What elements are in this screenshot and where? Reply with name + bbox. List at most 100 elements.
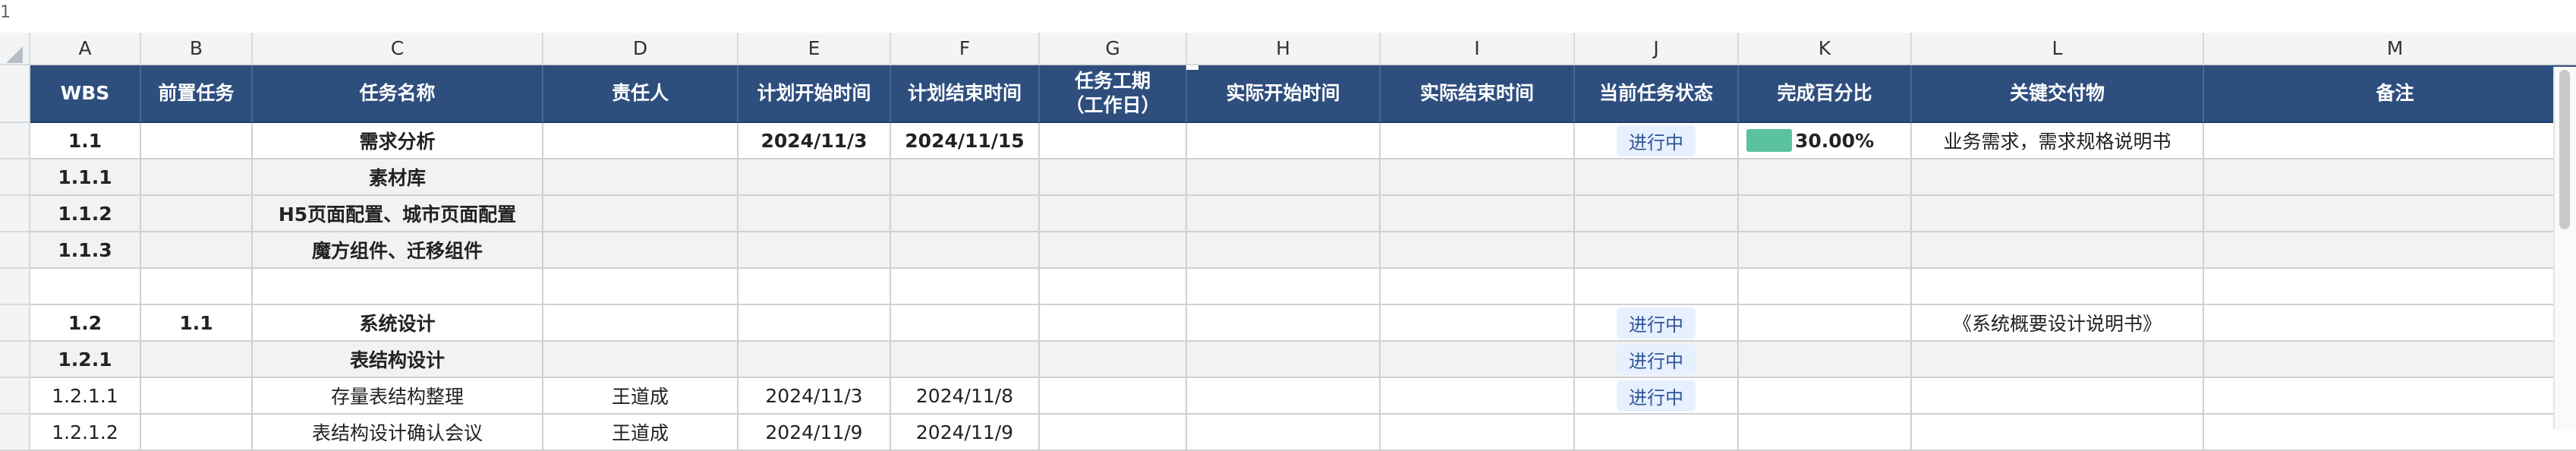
cell-k-4[interactable] [1739, 232, 1912, 269]
cell-m-7[interactable] [2204, 342, 2576, 378]
cell-i-3[interactable] [1381, 196, 1575, 232]
select-all-corner[interactable] [0, 33, 30, 65]
row-header[interactable] [0, 378, 30, 415]
column-header-f[interactable]: F [891, 33, 1040, 65]
cell-m-3[interactable] [2204, 196, 2576, 232]
column-header-i[interactable]: I [1381, 33, 1575, 65]
cell-e-9[interactable]: 2024/11/9 [738, 415, 891, 451]
header-cell-j[interactable]: 当前任务状态 [1575, 65, 1739, 123]
spreadsheet[interactable]: 1 ABCDEFGHIJKLM WBS 前置任务 任务名称 责任人 计划开始时间 计划结束… [0, 0, 2576, 451]
header-cell-k[interactable]: 完成百分比 [1739, 65, 1912, 123]
cell-l-9[interactable] [1912, 415, 2204, 451]
cell-k-5[interactable] [1739, 269, 1912, 305]
cell-d-1[interactable] [543, 123, 738, 159]
cell-m-1[interactable] [2204, 123, 2576, 159]
cell-d-2[interactable] [543, 159, 738, 196]
cell-h-7[interactable] [1187, 342, 1381, 378]
cell-b-1[interactable] [141, 123, 253, 159]
cell-h-4[interactable] [1187, 232, 1381, 269]
column-header-l[interactable]: L [1912, 33, 2204, 65]
header-cell-m[interactable]: 备注 [2204, 65, 2576, 123]
cell-h-1[interactable] [1187, 123, 1381, 159]
cell-l-6[interactable]: 《系统概要设计说明书》 [1912, 305, 2204, 342]
column-header-e[interactable]: E [738, 33, 891, 65]
cell-l-1[interactable]: 业务需求，需求规格说明书 [1912, 123, 2204, 159]
cell-g-3[interactable] [1040, 196, 1187, 232]
cell-e-7[interactable] [738, 342, 891, 378]
cell-c-1[interactable]: 需求分析 [253, 123, 543, 159]
cell-k-9[interactable] [1739, 415, 1912, 451]
column-header-a[interactable]: A [30, 33, 141, 65]
cell-g-6[interactable] [1040, 305, 1187, 342]
row-header[interactable] [0, 232, 30, 269]
cell-a-7[interactable]: 1.2.1 [30, 342, 141, 378]
cell-k-2[interactable] [1739, 159, 1912, 196]
cell-m-8[interactable] [2204, 378, 2576, 415]
row-header[interactable] [0, 305, 30, 342]
cell-b-4[interactable] [141, 232, 253, 269]
cell-a-9[interactable]: 1.2.1.2 [30, 415, 141, 451]
cell-l-2[interactable] [1912, 159, 2204, 196]
cell-j-1[interactable]: 进行中 [1575, 123, 1739, 159]
cell-h-3[interactable] [1187, 196, 1381, 232]
vertical-scrollbar[interactable] [2553, 67, 2576, 430]
cell-i-8[interactable] [1381, 378, 1575, 415]
cell-i-5[interactable] [1381, 269, 1575, 305]
row-header[interactable] [0, 159, 30, 196]
cell-f-9[interactable]: 2024/11/9 [891, 415, 1040, 451]
cell-m-4[interactable] [2204, 232, 2576, 269]
cell-j-9[interactable] [1575, 415, 1739, 451]
row-header[interactable] [0, 415, 30, 451]
cell-c-8[interactable]: 存量表结构整理 [253, 378, 543, 415]
cell-a-1[interactable]: 1.1 [30, 123, 141, 159]
header-cell-d[interactable]: 责任人 [543, 65, 738, 123]
cell-b-5[interactable] [141, 269, 253, 305]
cell-l-4[interactable] [1912, 232, 2204, 269]
cell-e-4[interactable] [738, 232, 891, 269]
header-cell-e[interactable]: 计划开始时间 [738, 65, 891, 123]
cell-f-7[interactable] [891, 342, 1040, 378]
cell-j-8[interactable]: 进行中 [1575, 378, 1739, 415]
cell-f-4[interactable] [891, 232, 1040, 269]
cell-c-4[interactable]: 魔方组件、迁移组件 [253, 232, 543, 269]
cell-f-6[interactable] [891, 305, 1040, 342]
cell-l-7[interactable] [1912, 342, 2204, 378]
cell-k-1[interactable]: 30.00% [1739, 123, 1912, 159]
cell-h-9[interactable] [1187, 415, 1381, 451]
cell-l-3[interactable] [1912, 196, 2204, 232]
cell-a-8[interactable]: 1.2.1.1 [30, 378, 141, 415]
cell-c-3[interactable]: H5页面配置、城市页面配置 [253, 196, 543, 232]
cell-h-2[interactable] [1187, 159, 1381, 196]
cell-c-2[interactable]: 素材库 [253, 159, 543, 196]
cell-f-5[interactable] [891, 269, 1040, 305]
cell-m-9[interactable] [2204, 415, 2576, 451]
header-cell-c[interactable]: 任务名称 [253, 65, 543, 123]
column-header-k[interactable]: K [1739, 33, 1912, 65]
cell-g-9[interactable] [1040, 415, 1187, 451]
cell-e-2[interactable] [738, 159, 891, 196]
cell-e-6[interactable] [738, 305, 891, 342]
cell-f-8[interactable]: 2024/11/8 [891, 378, 1040, 415]
cell-j-4[interactable] [1575, 232, 1739, 269]
cell-k-3[interactable] [1739, 196, 1912, 232]
cell-i-2[interactable] [1381, 159, 1575, 196]
cell-d-8[interactable]: 王道成 [543, 378, 738, 415]
header-cell-a[interactable]: WBS [30, 65, 141, 123]
cell-e-3[interactable] [738, 196, 891, 232]
header-cell-g[interactable]: 任务工期 （工作日） [1040, 65, 1187, 123]
cell-b-7[interactable] [141, 342, 253, 378]
row-header[interactable] [0, 342, 30, 378]
cell-i-1[interactable] [1381, 123, 1575, 159]
cell-j-3[interactable] [1575, 196, 1739, 232]
cell-e-5[interactable] [738, 269, 891, 305]
cell-i-7[interactable] [1381, 342, 1575, 378]
cell-c-9[interactable]: 表结构设计确认会议 [253, 415, 543, 451]
cell-b-8[interactable] [141, 378, 253, 415]
cell-g-5[interactable] [1040, 269, 1187, 305]
cell-a-5[interactable] [30, 269, 141, 305]
cell-i-9[interactable] [1381, 415, 1575, 451]
cell-b-2[interactable] [141, 159, 253, 196]
cell-l-5[interactable] [1912, 269, 2204, 305]
cell-g-8[interactable] [1040, 378, 1187, 415]
column-header-h[interactable]: H [1187, 33, 1381, 65]
